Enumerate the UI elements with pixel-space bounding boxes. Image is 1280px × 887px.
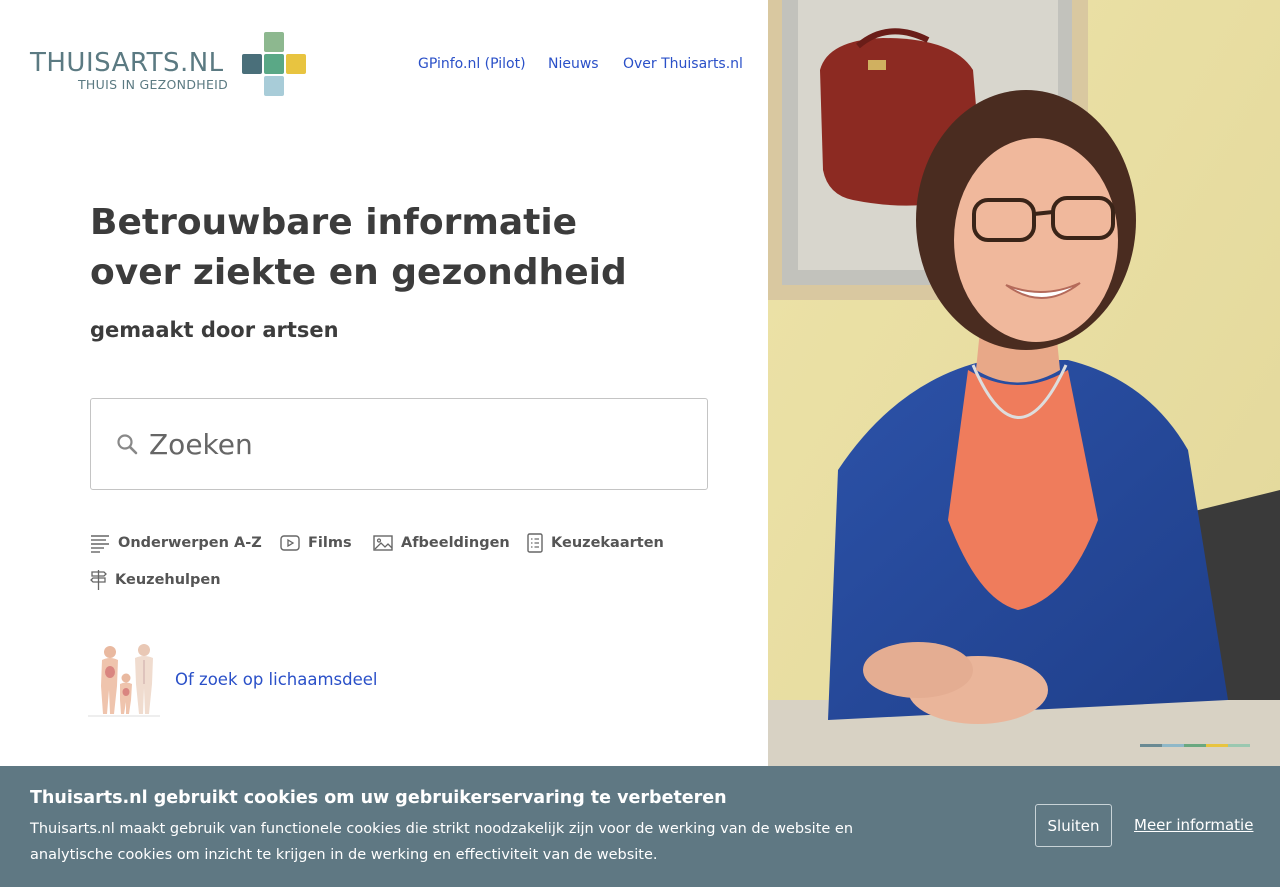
hero-photo	[768, 0, 1280, 887]
logo-tagline: THUIS IN GEZONDHEID	[78, 77, 229, 92]
body-part-search[interactable]: Of zoek op lichaamsdeel	[88, 640, 378, 718]
nav-over-thuisarts[interactable]: Over Thuisarts.nl	[623, 56, 743, 72]
logo-wordmark: THUISARTS.NL	[30, 48, 224, 78]
page-subtitle: gemaakt door artsen	[90, 318, 339, 342]
nav-nieuws[interactable]: Nieuws	[548, 56, 599, 72]
quicklink-label: Keuzehulpen	[115, 572, 221, 588]
cookie-title: Thuisarts.nl gebruikt cookies om uw gebr…	[30, 788, 727, 808]
logo-cross-icon	[242, 32, 306, 96]
cookie-more-info-link[interactable]: Meer informatie	[1134, 816, 1253, 834]
main-panel: THUISARTS.NL THUIS IN GEZONDHEID GPinfo.…	[0, 0, 768, 887]
page-title: Betrouwbare informatie over ziekte en ge…	[90, 198, 690, 298]
site-logo[interactable]: THUISARTS.NL THUIS IN GEZONDHEID	[30, 32, 310, 96]
quicklink-onderwerpen[interactable]: Onderwerpen A-Z	[90, 533, 262, 553]
cookie-banner: Thuisarts.nl gebruikt cookies om uw gebr…	[0, 766, 1280, 887]
page-title-line-2: over ziekte en gezondheid	[90, 252, 627, 293]
doctor-portrait-image	[768, 0, 1280, 887]
signpost-icon	[90, 570, 107, 590]
body-part-search-link[interactable]: Of zoek op lichaamsdeel	[175, 670, 378, 689]
page-title-line-1: Betrouwbare informatie	[90, 202, 578, 243]
quicklink-label: Films	[308, 535, 352, 551]
quicklink-label: Afbeeldingen	[401, 535, 510, 551]
search-icon[interactable]	[115, 432, 139, 456]
quicklink-keuzekaarten[interactable]: Keuzekaarten	[527, 533, 664, 553]
quicklink-afbeeldingen[interactable]: Afbeeldingen	[373, 533, 510, 553]
search-input[interactable]	[149, 423, 669, 465]
quicklink-keuzehulpen[interactable]: Keuzehulpen	[90, 569, 221, 591]
quicklink-label: Keuzekaarten	[551, 535, 664, 551]
quicklink-label: Onderwerpen A-Z	[118, 535, 262, 551]
search-box	[90, 398, 708, 490]
slider-progress[interactable]	[1140, 744, 1250, 747]
checklist-icon	[527, 533, 543, 553]
nav-gpinfo[interactable]: GPinfo.nl (Pilot)	[418, 56, 526, 72]
quicklink-films[interactable]: Films	[280, 533, 352, 553]
anatomy-illustration	[88, 644, 160, 717]
play-icon	[280, 535, 300, 551]
image-icon	[373, 535, 393, 551]
cookie-text: Thuisarts.nl maakt gebruik van functione…	[30, 821, 854, 863]
cookie-close-button[interactable]: Sluiten	[1035, 804, 1112, 847]
list-icon	[91, 535, 109, 553]
